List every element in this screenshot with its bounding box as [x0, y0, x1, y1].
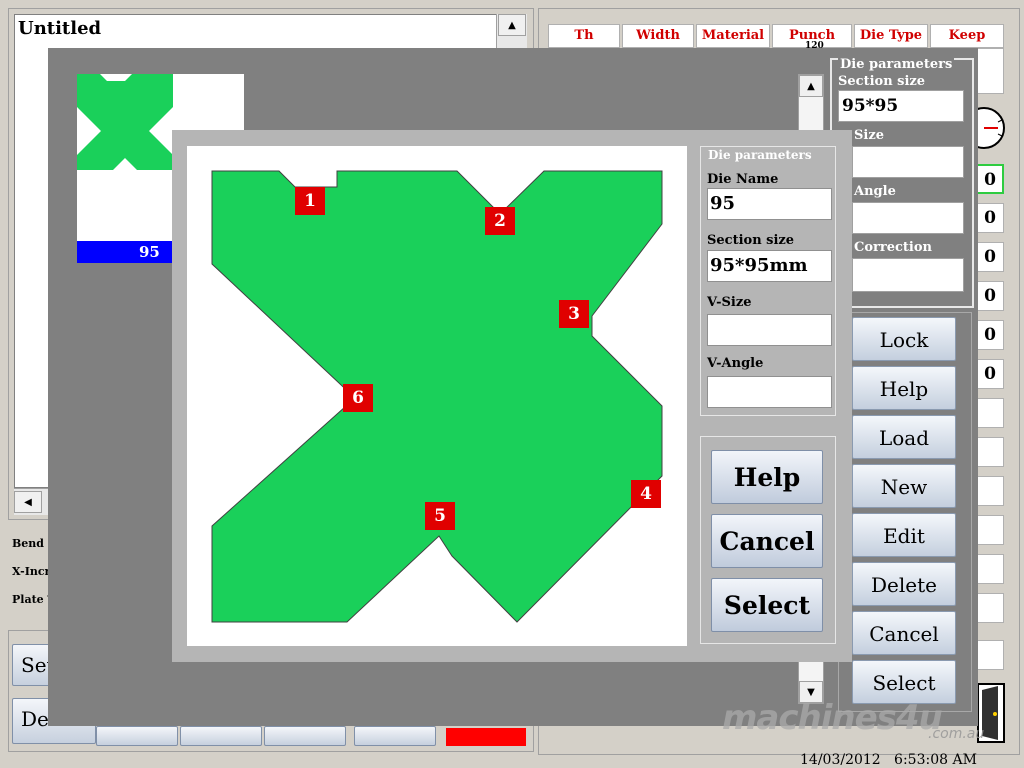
die-marker-label: 1 — [295, 187, 325, 215]
die-marker-label: 5 — [425, 502, 455, 530]
die-marker-4[interactable]: 4 — [631, 480, 661, 508]
v-size-field[interactable] — [707, 314, 832, 346]
die-marker-5[interactable]: 5 — [425, 502, 455, 530]
section-size-field[interactable]: 95*95 — [838, 90, 964, 122]
section-size-field[interactable]: 95*95mm — [707, 250, 832, 282]
value-cell-5[interactable]: 0 — [976, 320, 1004, 350]
help-button[interactable]: Help — [711, 450, 823, 504]
scroll-up-arrow-icon[interactable]: ▲ — [799, 75, 823, 97]
value-cell-9[interactable] — [976, 476, 1004, 506]
v-angle-field[interactable] — [707, 376, 832, 408]
value-cell-13[interactable] — [976, 640, 1004, 670]
lock-button[interactable]: Lock — [852, 317, 956, 361]
die-name-field[interactable]: 95 — [707, 188, 832, 220]
angle-field[interactable] — [852, 202, 964, 234]
column-die-type: Die Type — [854, 24, 928, 48]
bottom-button-4[interactable] — [264, 726, 346, 746]
die-shape — [211, 170, 663, 623]
column-th: Th — [548, 24, 620, 48]
value-cell-1[interactable]: 0 — [976, 164, 1004, 194]
v-size-label: V-Size — [707, 295, 752, 310]
status-datetime: 14/03/2012 6:53:08 AM — [800, 752, 977, 768]
die-marker-2[interactable]: 2 — [485, 207, 515, 235]
die-shape-canvas[interactable]: 1 2 3 4 5 6 — [187, 146, 687, 646]
correction-label: Correction — [854, 240, 932, 255]
scroll-up-arrow-icon[interactable]: ▲ — [498, 14, 526, 36]
size-field[interactable] — [852, 146, 964, 178]
die-library-panel-title: Die parameters — [838, 57, 955, 72]
section-size-label: Section size — [838, 74, 926, 89]
watermark-domain: .com.au — [928, 726, 985, 742]
watermark-logo: machines4u — [722, 698, 943, 738]
die-marker-1[interactable]: 1 — [295, 187, 325, 215]
document-title: Untitled — [18, 18, 102, 39]
v-angle-label: V-Angle — [707, 356, 764, 371]
new-button[interactable]: New — [852, 464, 956, 508]
value-cell-3[interactable]: 0 — [976, 242, 1004, 272]
column-material: Material — [696, 24, 770, 48]
value-cell-11[interactable] — [976, 554, 1004, 584]
die-marker-3[interactable]: 3 — [559, 300, 589, 328]
value-cell-12[interactable] — [976, 593, 1004, 623]
die-marker-label: 4 — [631, 480, 661, 508]
correction-field[interactable] — [852, 258, 964, 292]
cancel-button[interactable]: Cancel — [711, 514, 823, 568]
value-cell-4[interactable]: 0 — [976, 281, 1004, 311]
select-button[interactable]: Select — [711, 578, 823, 632]
die-marker-6[interactable]: 6 — [343, 384, 373, 412]
value-cell-10[interactable] — [976, 515, 1004, 545]
value-cell-7[interactable] — [976, 398, 1004, 428]
stop-indicator[interactable] — [446, 728, 526, 746]
die-select-panel-title: Die parameters — [706, 148, 814, 162]
column-width: Width — [622, 24, 694, 48]
program-table-header: Th Width Material Punch Type Die Type Ke… — [548, 24, 1004, 65]
edit-button[interactable]: Edit — [852, 513, 956, 557]
load-button[interactable]: Load — [852, 415, 956, 459]
bottom-button-2[interactable] — [96, 726, 178, 746]
die-name-label: Die Name — [707, 172, 779, 187]
scroll-left-arrow-icon[interactable]: ◀ — [14, 491, 42, 513]
size-label: Size — [854, 128, 884, 143]
delete-button[interactable]: Delete — [852, 562, 956, 606]
bottom-button-5[interactable] — [354, 726, 436, 746]
bottom-button-3[interactable] — [180, 726, 262, 746]
value-cell-6[interactable]: 0 — [976, 359, 1004, 389]
help-button[interactable]: Help — [852, 366, 956, 410]
section-size-label: Section size — [707, 233, 795, 248]
die-marker-label: 6 — [343, 384, 373, 412]
die-marker-label: 3 — [559, 300, 589, 328]
value-cell-2[interactable]: 0 — [976, 203, 1004, 233]
cancel-button[interactable]: Cancel — [852, 611, 956, 655]
angle-label: Angle — [854, 184, 896, 199]
value-cell-8[interactable] — [976, 437, 1004, 467]
die-marker-label: 2 — [485, 207, 515, 235]
column-keep-time: Keep Time — [930, 24, 1004, 65]
